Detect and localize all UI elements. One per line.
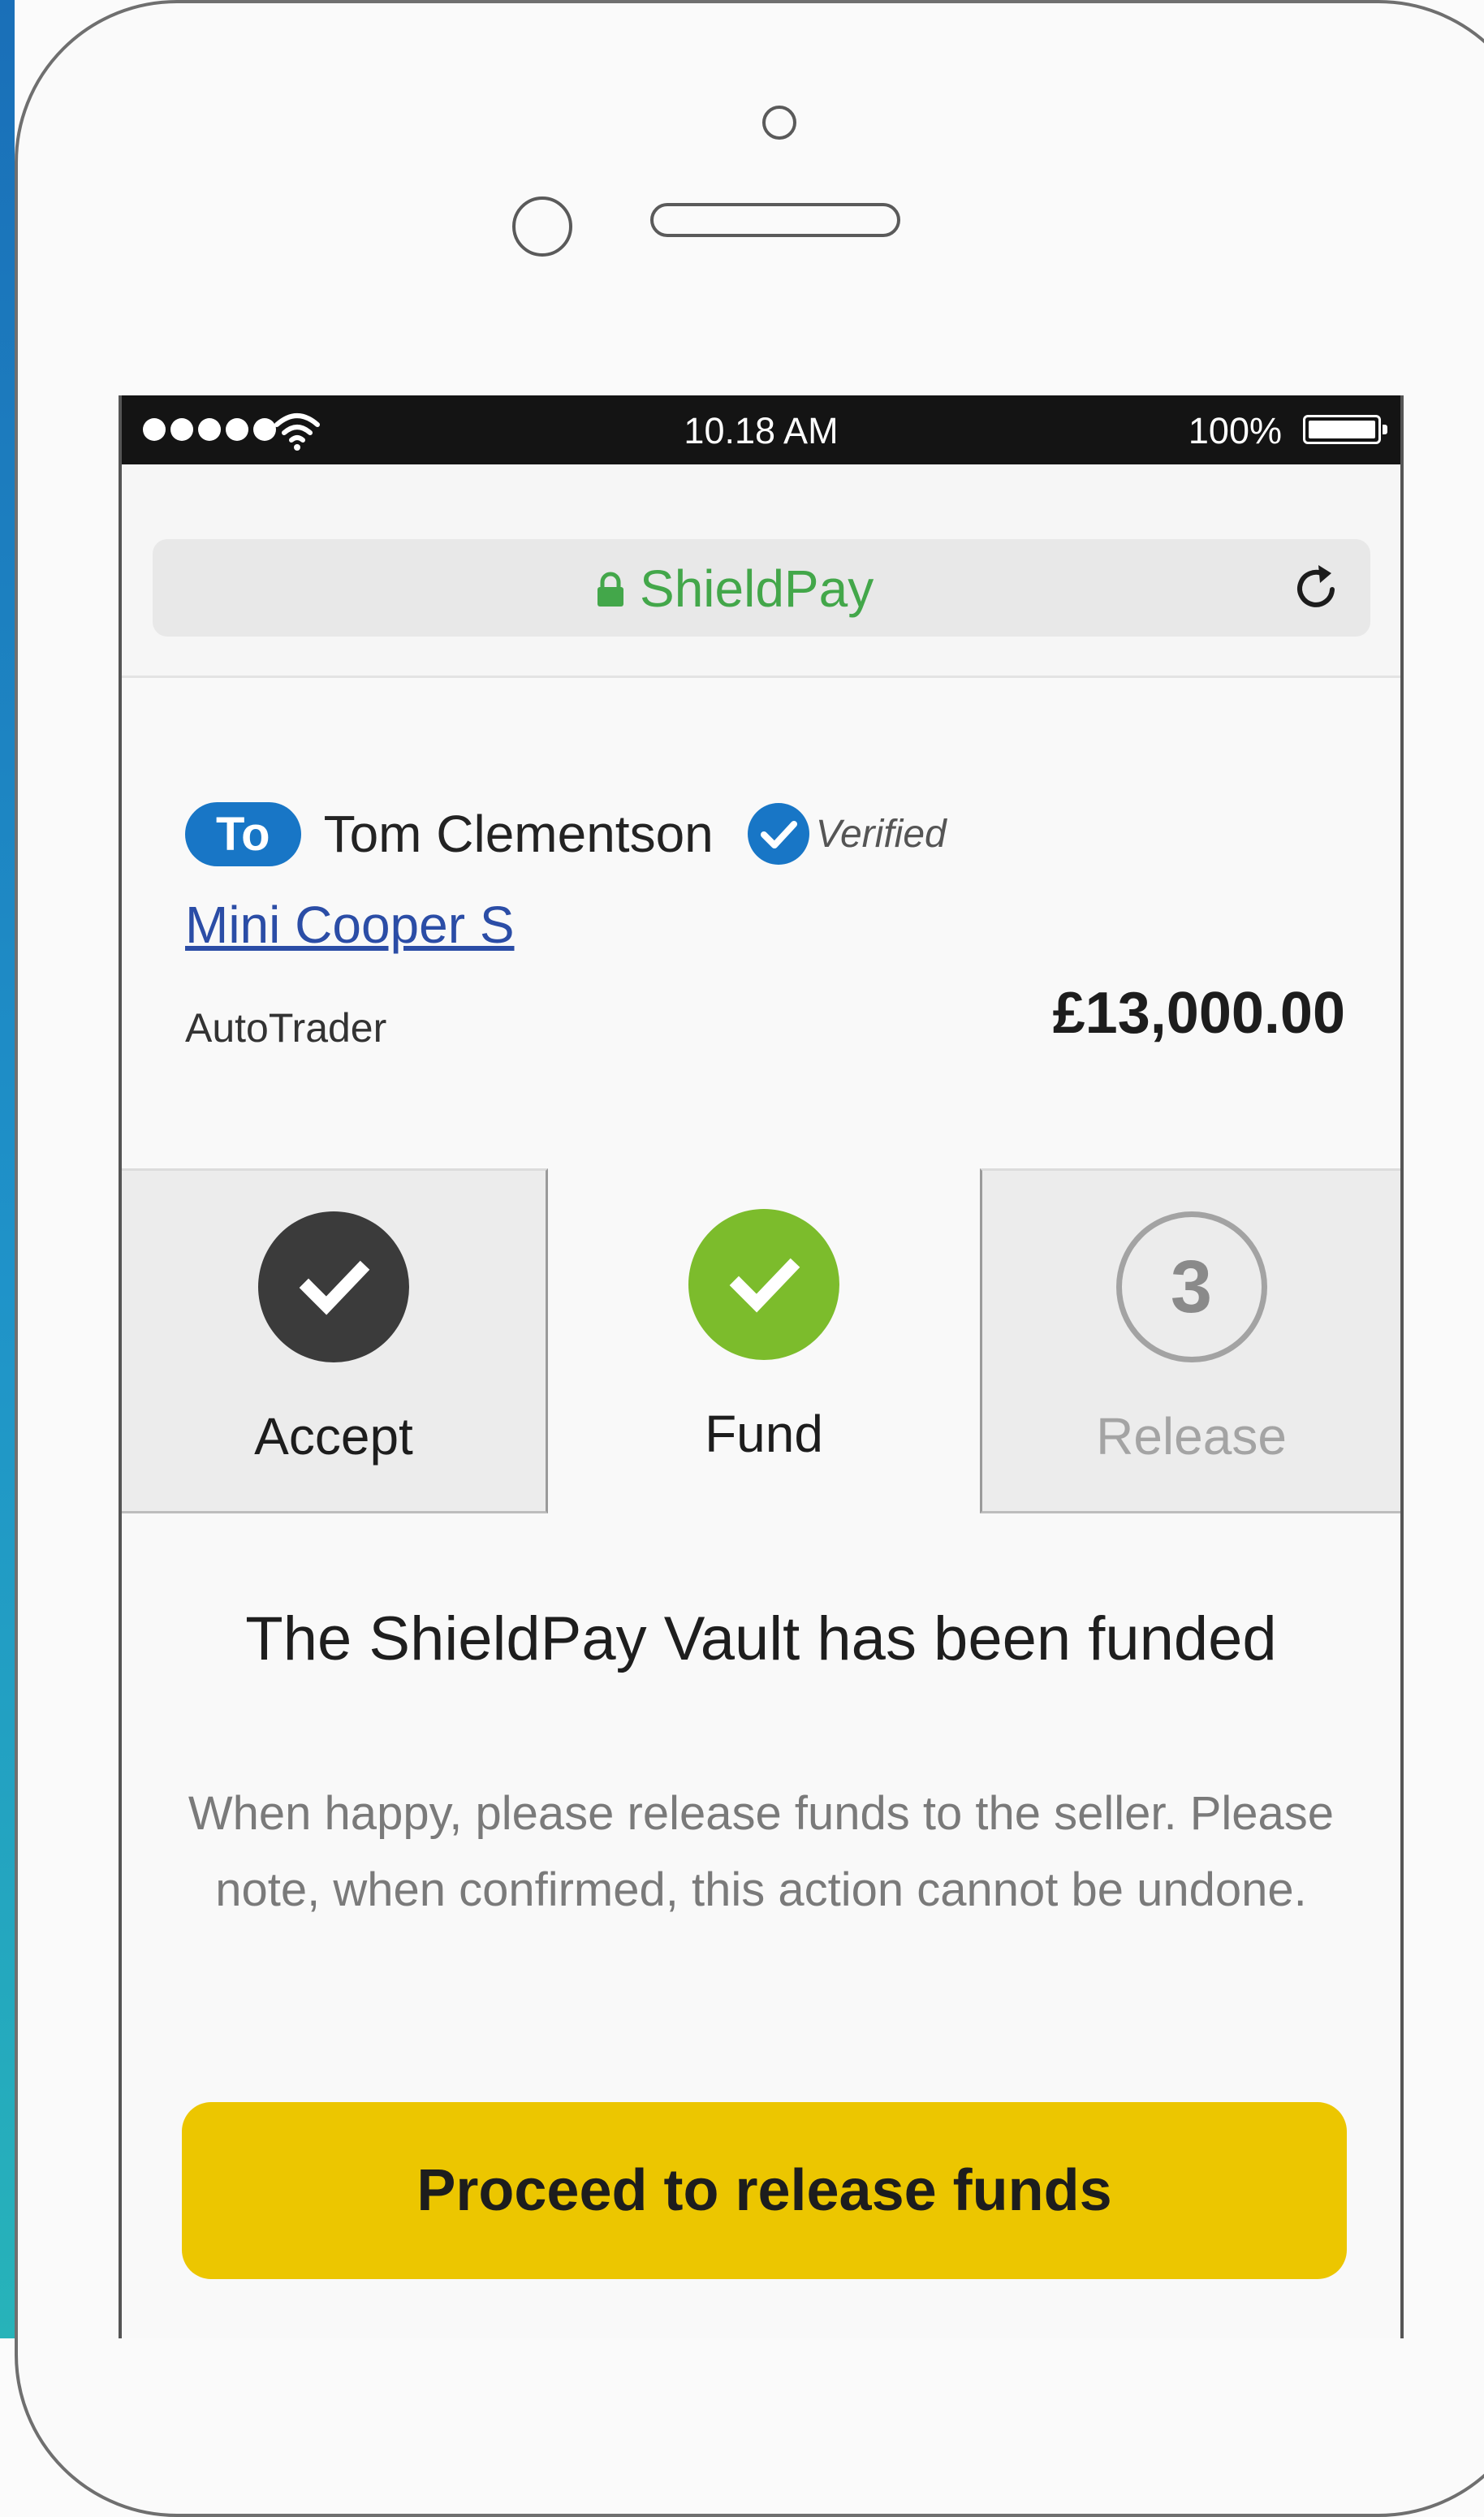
proceed-release-funds-button[interactable]: Proceed to release funds [182,2102,1347,2279]
battery-percentage: 100% [1188,410,1282,451]
step-fund-label: Fund [705,1405,823,1463]
address-bar[interactable]: ShieldPay [153,539,1370,637]
proximity-sensor [512,196,572,257]
step-fund[interactable]: Fund [548,1168,980,1513]
recipient-row: To Tom Clementson Verified [185,801,947,866]
phone-screen: 10.18 AM 100% ShieldPay To Tom Clementso… [119,395,1404,2338]
checkmark-icon [729,1258,800,1313]
lock-icon [597,572,623,607]
battery-icon [1303,415,1387,444]
step-accept-label: Accept [254,1407,413,1466]
marketplace-name: AutoTrader [185,1005,387,1051]
front-camera [762,106,796,140]
verified-label: Verified [815,812,947,856]
transaction-amount: £13,000.00 [1052,981,1345,1046]
site-name: ShieldPay [640,559,874,618]
earpiece-speaker [650,203,900,237]
step-release-label: Release [1096,1407,1287,1466]
step-accept-circle [258,1211,409,1362]
left-accent-strip [0,0,15,2338]
recipient-name: Tom Clementson [323,805,714,863]
item-link[interactable]: Mini Cooper S [185,895,515,955]
step-release-circle: 3 [1115,1211,1267,1362]
step-accept[interactable]: Accept [122,1168,548,1513]
status-bar: 10.18 AM 100% [122,395,1400,464]
progress-steps: Accept Fund 3 Release [122,1168,1400,1513]
to-badge: To [185,801,301,866]
browser-chrome: ShieldPay [122,464,1400,678]
checkmark-icon [299,1260,370,1315]
status-message: When happy, please release funds to the … [188,1787,1335,1916]
verified-check-icon [747,803,809,865]
step-release[interactable]: 3 Release [980,1168,1400,1513]
status-heading: The ShieldPay Vault has been funded [245,1604,1277,1673]
step-fund-circle [688,1209,839,1360]
reload-icon[interactable] [1288,559,1346,617]
